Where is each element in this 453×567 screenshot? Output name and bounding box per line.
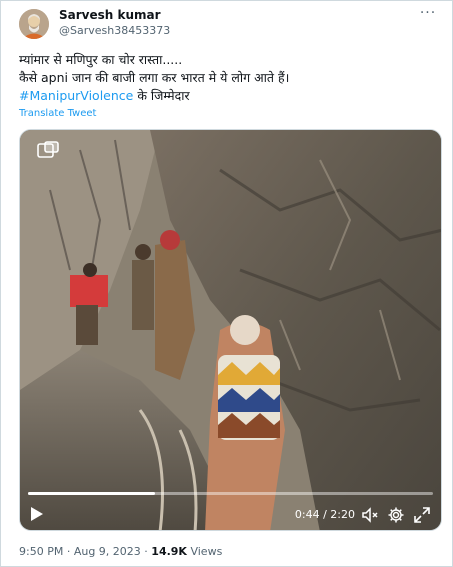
gear-icon[interactable] (387, 506, 405, 524)
video-elapsed: 0:44 (294, 508, 320, 521)
video-player[interactable]: 0:44 / 2:20 (19, 129, 442, 531)
tweet-text-line-3-rest: के जिम्मेदार (133, 88, 190, 103)
video-frame (20, 130, 441, 530)
translate-tweet-link[interactable]: Translate Tweet (19, 108, 96, 119)
views-count: 14.9K (151, 545, 187, 558)
video-duration: 2:20 (330, 508, 355, 521)
fullscreen-icon[interactable] (413, 506, 431, 524)
hashtag-link[interactable]: #ManipurViolence (19, 88, 133, 103)
author-name[interactable]: Sarvesh kumar (59, 8, 161, 22)
meta-separator: · (63, 545, 74, 558)
tweet-card: Sarvesh kumar @Sarvesh38453373 ··· म्यां… (0, 0, 453, 567)
tweet-text-line-2: कैसे apni जान की बाजी लगा कर भारत मे ये … (19, 70, 290, 85)
meta-separator-2: · (140, 545, 152, 558)
video-progress-bar[interactable] (28, 492, 433, 495)
views-label: Views (186, 545, 223, 558)
video-time: 0:44 / 2:20 (295, 508, 355, 521)
video-progress-fill (28, 492, 156, 495)
tweet-meta: 9:50 PM · Aug 9, 2023 · 14.9K Views (19, 545, 222, 558)
video-controls: 0:44 / 2:20 (20, 502, 441, 528)
video-time-separator: / (319, 508, 331, 521)
volume-muted-icon[interactable] (361, 506, 379, 524)
tweet-time[interactable]: 9:50 PM (19, 545, 63, 558)
avatar[interactable] (19, 9, 49, 39)
play-icon[interactable] (28, 505, 44, 523)
picture-in-picture-icon[interactable] (37, 141, 59, 161)
tweet-text-line-1: म्यांमार से मणिपुर का चोर रास्ता..... (19, 52, 183, 67)
more-dots-icon[interactable]: ··· (418, 5, 438, 23)
tweet-date[interactable]: Aug 9, 2023 (74, 545, 141, 558)
tweet-text-line-3: #ManipurViolence के जिम्मेदार (19, 87, 439, 104)
author-handle[interactable]: @Sarvesh38453373 (59, 24, 170, 37)
